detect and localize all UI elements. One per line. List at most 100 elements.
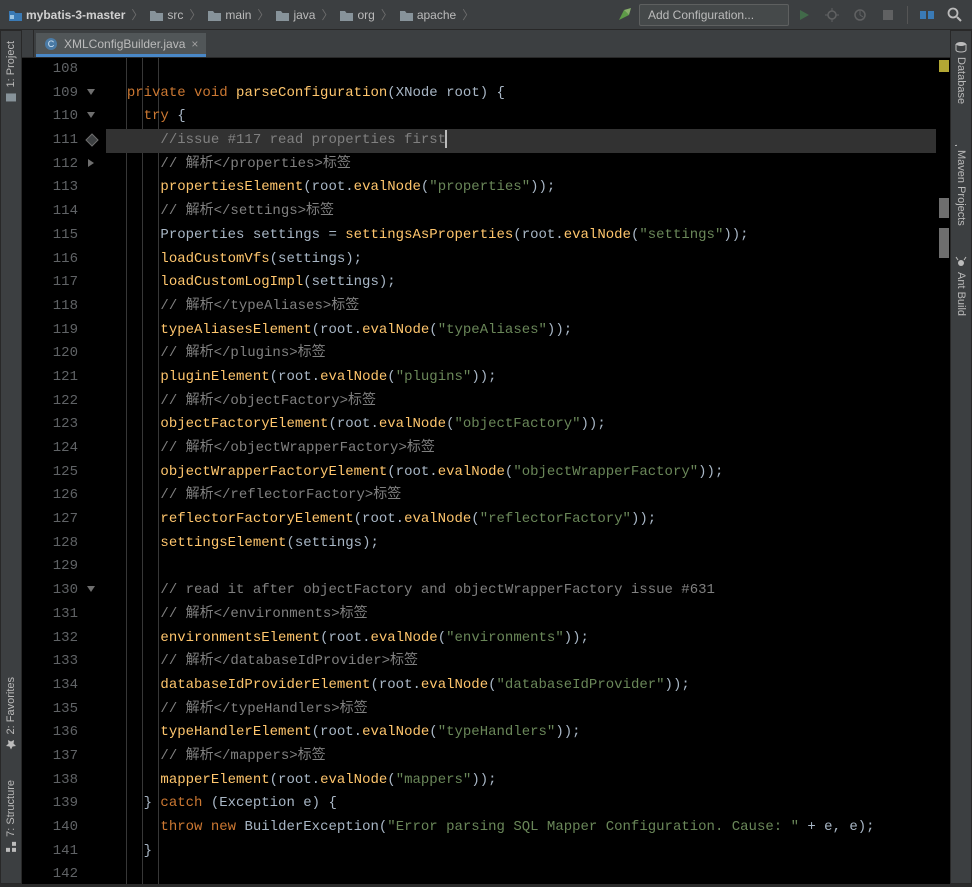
code-editor[interactable]: 1081091101111121131141151161171181191201… — [22, 58, 950, 884]
error-stripe[interactable] — [936, 58, 950, 884]
code-line[interactable]: //issue #117 read properties first — [106, 129, 936, 153]
stop-icon[interactable] — [879, 6, 897, 24]
code-line[interactable] — [106, 863, 936, 884]
line-number[interactable]: 133 — [26, 650, 78, 674]
line-number[interactable]: 114 — [26, 200, 78, 224]
file-tab[interactable]: C XMLConfigBuilder.java × — [36, 33, 206, 57]
code-line[interactable]: typeHandlerElement(root.evalNode("typeHa… — [106, 721, 936, 745]
code-line[interactable]: pluginElement(root.evalNode("plugins")); — [106, 366, 936, 390]
code-line[interactable]: propertiesElement(root.evalNode("propert… — [106, 176, 936, 200]
run-config-selector[interactable]: Add Configuration... — [639, 4, 789, 26]
code-line[interactable]: // 解析</mappers>标签 — [106, 745, 936, 769]
line-number-gutter[interactable]: 1081091101111121131141151161171181191201… — [22, 58, 82, 884]
line-number[interactable]: 108 — [26, 58, 78, 82]
line-number[interactable]: 136 — [26, 721, 78, 745]
line-number[interactable]: 111 — [26, 129, 78, 153]
build-icon[interactable] — [615, 6, 633, 24]
line-number[interactable]: 135 — [26, 698, 78, 722]
code-line[interactable] — [106, 555, 936, 579]
line-number[interactable]: 127 — [26, 508, 78, 532]
line-number[interactable]: 118 — [26, 295, 78, 319]
code-line[interactable]: typeAliasesElement(root.evalNode("typeAl… — [106, 319, 936, 343]
breadcrumb-item[interactable]: main — [203, 8, 255, 22]
code-line[interactable]: reflectorFactoryElement(root.evalNode("r… — [106, 508, 936, 532]
code-line[interactable]: } — [106, 840, 936, 864]
code-line[interactable]: // 解析</plugins>标签 — [106, 342, 936, 366]
line-number[interactable]: 138 — [26, 769, 78, 793]
code-line[interactable]: environmentsElement(root.evalNode("envir… — [106, 627, 936, 651]
line-number[interactable]: 117 — [26, 271, 78, 295]
code-line[interactable]: // 解析</typeAliases>标签 — [106, 295, 936, 319]
search-icon[interactable] — [946, 6, 964, 24]
breadcrumb-item[interactable]: org — [335, 8, 378, 22]
code-line[interactable]: // 解析</objectWrapperFactory>标签 — [106, 437, 936, 461]
fold-toggle-icon[interactable] — [85, 157, 97, 169]
tool-window-maven[interactable]: mMaven Projects — [955, 134, 967, 226]
code-line[interactable]: loadCustomVfs(settings); — [106, 248, 936, 272]
code-line[interactable]: databaseIdProviderElement(root.evalNode(… — [106, 674, 936, 698]
code-line[interactable]: // 解析</databaseIdProvider>标签 — [106, 650, 936, 674]
line-number[interactable]: 139 — [26, 792, 78, 816]
tool-window-database[interactable]: Database — [955, 41, 967, 104]
fold-toggle-icon[interactable] — [85, 86, 97, 98]
code-line[interactable]: objectFactoryElement(root.evalNode("obje… — [106, 413, 936, 437]
line-number[interactable]: 130 — [26, 579, 78, 603]
line-number[interactable]: 129 — [26, 555, 78, 579]
profile-icon[interactable] — [851, 6, 869, 24]
line-number[interactable]: 121 — [26, 366, 78, 390]
code-text-area[interactable]: private void parseConfiguration(XNode ro… — [106, 58, 936, 884]
code-line[interactable]: mapperElement(root.evalNode("mappers")); — [106, 769, 936, 793]
line-number[interactable]: 116 — [26, 248, 78, 272]
change-marker[interactable] — [939, 228, 949, 258]
breadcrumb-item[interactable]: apache — [395, 8, 460, 22]
code-line[interactable]: settingsElement(settings); — [106, 532, 936, 556]
change-marker[interactable] — [939, 198, 949, 218]
breadcrumb-item[interactable]: java — [271, 8, 319, 22]
line-number[interactable]: 119 — [26, 319, 78, 343]
tool-window-favorites[interactable]: 2: Favorites — [5, 677, 17, 750]
fold-toggle-icon[interactable] — [85, 583, 97, 595]
line-number[interactable]: 141 — [26, 840, 78, 864]
code-line[interactable]: objectWrapperFactoryElement(root.evalNod… — [106, 461, 936, 485]
line-number[interactable]: 142 — [26, 863, 78, 887]
code-line[interactable] — [106, 58, 936, 82]
line-number[interactable]: 124 — [26, 437, 78, 461]
line-number[interactable]: 126 — [26, 484, 78, 508]
line-number[interactable]: 123 — [26, 413, 78, 437]
code-line[interactable]: } catch (Exception e) { — [106, 792, 936, 816]
line-number[interactable]: 137 — [26, 745, 78, 769]
line-number[interactable]: 128 — [26, 532, 78, 556]
code-line[interactable]: try { — [106, 105, 936, 129]
code-line[interactable]: // 解析</reflectorFactory>标签 — [106, 484, 936, 508]
line-number[interactable]: 140 — [26, 816, 78, 840]
code-line[interactable]: // 解析</environments>标签 — [106, 603, 936, 627]
code-line[interactable]: Properties settings = settingsAsProperti… — [106, 224, 936, 248]
code-line[interactable]: // 解析</typeHandlers>标签 — [106, 698, 936, 722]
line-number[interactable]: 122 — [26, 390, 78, 414]
tool-window-project[interactable]: 1: Project — [5, 41, 17, 103]
debug-icon[interactable] — [823, 6, 841, 24]
line-number[interactable]: 120 — [26, 342, 78, 366]
tool-window-ant[interactable]: Ant Build — [955, 256, 967, 316]
line-number[interactable]: 132 — [26, 627, 78, 651]
code-line[interactable]: // 解析</settings>标签 — [106, 200, 936, 224]
code-line[interactable]: loadCustomLogImpl(settings); — [106, 271, 936, 295]
vcs-icon[interactable] — [918, 6, 936, 24]
gutter-icons[interactable] — [82, 58, 106, 884]
line-number[interactable]: 131 — [26, 603, 78, 627]
line-number[interactable]: 134 — [26, 674, 78, 698]
tool-window-handle[interactable] — [24, 30, 34, 57]
code-line[interactable]: // read it after objectFactory and objec… — [106, 579, 936, 603]
line-number[interactable]: 113 — [26, 176, 78, 200]
breadcrumb-item[interactable]: mybatis-3-master — [4, 8, 129, 22]
breadcrumb-item[interactable]: src — [145, 8, 187, 22]
line-number[interactable]: 125 — [26, 461, 78, 485]
close-tab-icon[interactable]: × — [191, 37, 198, 51]
line-number[interactable]: 115 — [26, 224, 78, 248]
bookmark-icon[interactable] — [85, 133, 99, 147]
line-number[interactable]: 112 — [26, 153, 78, 177]
code-line[interactable]: throw new BuilderException("Error parsin… — [106, 816, 936, 840]
fold-toggle-icon[interactable] — [85, 109, 97, 121]
line-number[interactable]: 110 — [26, 105, 78, 129]
tool-window-structure[interactable]: 7: Structure — [5, 780, 17, 853]
